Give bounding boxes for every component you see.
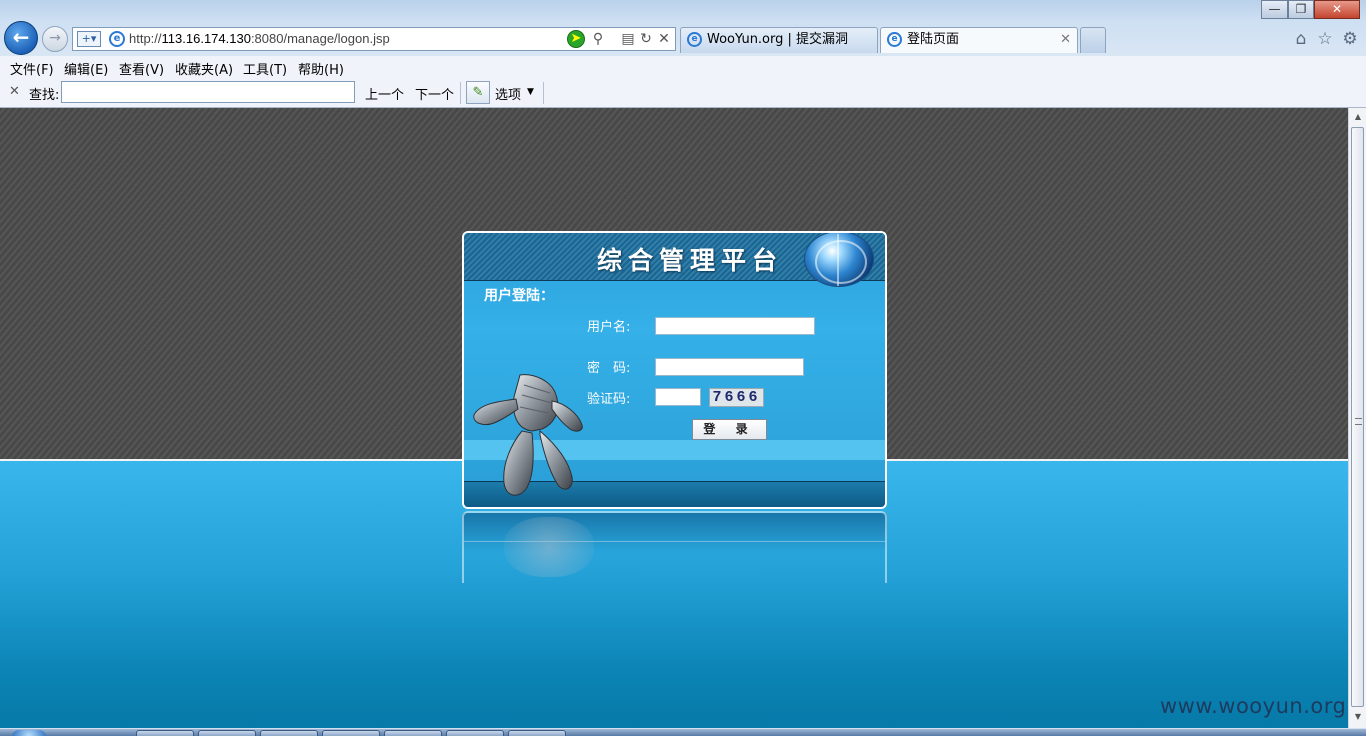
watermark-text: www.wooyun.org (1160, 694, 1347, 718)
menu-view[interactable]: 查看(V) (119, 59, 164, 78)
menu-edit[interactable]: 编辑(E) (64, 59, 108, 78)
forward-arrow-icon[interactable]: → (42, 26, 68, 52)
username-label: 用户名: (587, 320, 631, 335)
tools-gear-icon[interactable]: ⚙ (1340, 29, 1360, 49)
tab-label: 登陆页面 (907, 32, 960, 47)
start-button[interactable] (12, 730, 46, 736)
taskbar (0, 728, 1366, 736)
tab-wooyun[interactable]: e WooYun.org | 提交漏洞 (680, 27, 878, 53)
separator (543, 82, 544, 104)
find-label: 查找: (29, 88, 60, 103)
stop-icon[interactable]: ✕ (655, 30, 673, 48)
browser-titlebar: ← → +▾ e http://113.16.174.130:8080/mana… (0, 0, 1366, 56)
taskbar-item[interactable] (508, 730, 566, 736)
new-tab-button[interactable] (1080, 27, 1106, 53)
find-next-button[interactable]: 下一个 (415, 84, 454, 103)
taskbar-item[interactable] (198, 730, 256, 736)
page-title: 综合管理平台 (597, 246, 784, 275)
search-icon[interactable]: ⚲ (589, 30, 607, 48)
maximize-button[interactable]: ❐ (1288, 0, 1314, 19)
find-options-button[interactable]: 选项 (495, 84, 521, 103)
password-field[interactable] (655, 358, 804, 376)
home-icon[interactable]: ⌂ (1291, 29, 1311, 49)
compatibility-view-icon[interactable]: +▾ (77, 31, 101, 47)
tab-label: WooYun.org | 提交漏洞 (707, 32, 849, 47)
captcha-image[interactable]: 7666 (709, 388, 764, 407)
login-subtitle: 用户登陆： (484, 288, 554, 304)
favorites-star-icon[interactable]: ☆ (1315, 29, 1335, 49)
tab-close-icon[interactable]: ✕ (1060, 28, 1071, 52)
close-icon[interactable]: ✕ (9, 84, 20, 99)
menu-tools[interactable]: 工具(T) (243, 59, 287, 78)
scroll-down-icon[interactable]: ▼ (1353, 712, 1363, 724)
scroll-thumb[interactable] (1351, 127, 1364, 707)
pencil-icon[interactable]: ✎ (466, 81, 490, 104)
find-input[interactable] (61, 81, 355, 103)
ie-icon: e (887, 32, 902, 47)
ie-icon: e (109, 31, 125, 47)
url-text[interactable]: http://113.16.174.130:8080/manage/logon.… (129, 31, 390, 46)
chevron-down-icon[interactable]: ▼ (527, 87, 534, 97)
scroll-up-icon[interactable]: ▲ (1353, 112, 1363, 124)
address-bar[interactable]: +▾ e http://113.16.174.130:8080/manage/l… (72, 27, 676, 51)
taskbar-item[interactable] (384, 730, 442, 736)
go-icon[interactable]: ➤ (567, 30, 585, 48)
taskbar-item[interactable] (446, 730, 504, 736)
mascot-image (473, 374, 583, 496)
login-button[interactable]: 登 录 (692, 419, 767, 440)
panel-reflection (462, 511, 887, 583)
menu-help[interactable]: 帮助(H) (298, 59, 344, 78)
taskbar-item[interactable] (322, 730, 380, 736)
tab-login[interactable]: e 登陆页面 ✕ (880, 27, 1078, 53)
menu-file[interactable]: 文件(F) (10, 59, 54, 78)
username-field[interactable] (655, 317, 815, 335)
close-window-button[interactable]: ✕ (1314, 0, 1360, 19)
refresh-icon[interactable]: ↻ (637, 30, 655, 48)
globe-icon (804, 233, 874, 287)
ie-icon: e (687, 32, 702, 47)
menu-bar: 文件(F) 编辑(E) 查看(V) 收藏夹(A) 工具(T) 帮助(H) (0, 56, 1366, 78)
taskbar-item[interactable] (260, 730, 318, 736)
login-panel: 综合管理平台 用户登陆： 用户名: 密 码: 验证码: 7666 登 录 (462, 231, 887, 509)
taskbar-item[interactable] (136, 730, 194, 736)
menu-favorites[interactable]: 收藏夹(A) (175, 59, 233, 78)
compat-page-icon[interactable]: ▤ (619, 30, 637, 48)
find-bar: ✕ 查找: 上一个 下一个 ✎ 选项 ▼ (0, 78, 1366, 108)
login-header: 综合管理平台 (464, 233, 885, 287)
minimize-button[interactable]: — (1261, 0, 1288, 19)
back-arrow-icon[interactable]: ← (4, 21, 38, 55)
find-prev-button[interactable]: 上一个 (365, 84, 404, 103)
captcha-field[interactable] (655, 388, 701, 406)
page-content: 综合管理平台 用户登陆： 用户名: 密 码: 验证码: 7666 登 录 (0, 108, 1348, 728)
vertical-scrollbar[interactable]: ▲ ▼ (1348, 108, 1366, 728)
separator (460, 82, 461, 104)
